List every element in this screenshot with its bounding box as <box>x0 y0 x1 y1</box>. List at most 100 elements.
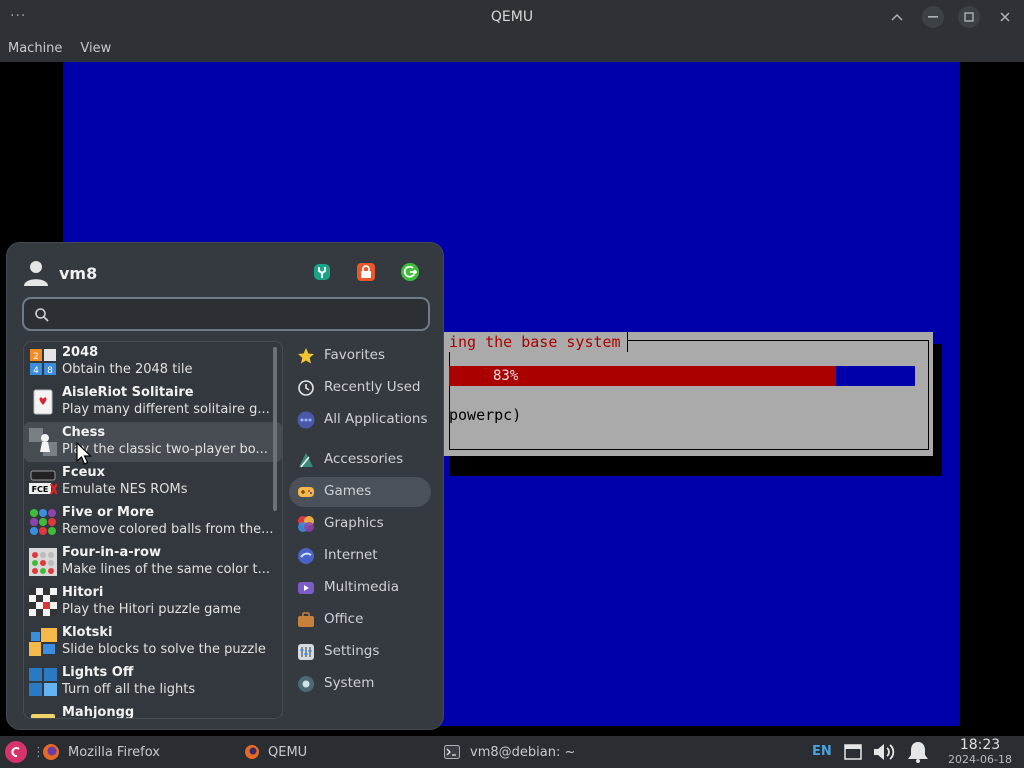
notes-icon[interactable] <box>844 744 862 760</box>
notification-bell-icon[interactable] <box>906 741 930 763</box>
list-item[interactable]: Four-in-a-row Make lines of the same col… <box>24 542 282 582</box>
lock-icon <box>357 263 375 281</box>
search-input[interactable] <box>58 303 418 325</box>
user-icon <box>24 261 48 286</box>
list-item[interactable]: Klotski Slide blocks to solve the puzzle <box>24 622 282 662</box>
minimize-button[interactable] <box>922 6 944 28</box>
app-name: Four-in-a-row <box>62 545 161 560</box>
app-name: Fceux <box>62 465 106 480</box>
progress-bar: 83% <box>449 366 915 386</box>
mouse-cursor-icon <box>76 442 92 465</box>
svg-text:8: 8 <box>47 366 53 376</box>
category-system[interactable]: System <box>289 669 431 699</box>
user-info: vm8 <box>23 259 97 287</box>
menu-machine[interactable]: Machine <box>8 41 62 56</box>
app-name: Lights Off <box>62 665 134 680</box>
application-menu: vm8 2 4 8 2048 Obtain the 2048 tile Aisl… <box>6 242 444 730</box>
app-description: Turn off all the lights <box>62 682 196 697</box>
list-item[interactable]: AisleRiot Solitaire Play many different … <box>24 382 282 422</box>
menubar: Machine View <box>0 34 1024 62</box>
log-out-button[interactable] <box>399 261 421 283</box>
task-firefox[interactable]: Mozilla Firefox <box>42 736 160 768</box>
list-item[interactable]: Chess Play the classic two-player bo... <box>24 422 282 462</box>
app-name: Hitori <box>62 585 104 600</box>
keyboard-layout-indicator[interactable]: EN <box>812 744 832 759</box>
app-description: Play many different solitaire g... <box>62 402 270 417</box>
window-titlebar[interactable]: ··· QEMU <box>0 0 1024 34</box>
maximize-button[interactable] <box>958 6 980 28</box>
list-item[interactable]: Hitori Play the Hitori puzzle game <box>24 582 282 622</box>
menu-view[interactable]: View <box>80 41 111 56</box>
list-item[interactable]: Five or More Remove colored balls from t… <box>24 502 282 542</box>
clock[interactable]: 18:23 2024-06-18 <box>938 737 1022 767</box>
app-list-scrollbar[interactable] <box>273 347 277 511</box>
office-icon <box>298 612 314 627</box>
category-all-applications[interactable]: All Applications <box>289 405 431 435</box>
dialog-detail: powerpc) <box>449 406 522 424</box>
graphics-icon <box>298 516 314 532</box>
cards-icon <box>33 389 53 415</box>
category-label: System <box>324 675 375 691</box>
category-label: Multimedia <box>324 579 400 595</box>
category-graphics[interactable]: Graphics <box>289 509 431 539</box>
app-description: Play the classic two-player bo... <box>62 442 268 457</box>
app-name: Mahjongg <box>62 705 135 719</box>
taskbar: ⋮ Mozilla Firefox QEMU vm8@debian: ~ EN … <box>0 736 1024 768</box>
list-item[interactable]: Mahjongg <box>24 702 282 719</box>
category-settings[interactable]: Settings <box>289 637 431 667</box>
firefox-icon <box>43 744 59 760</box>
category-games[interactable]: Games <box>289 477 431 507</box>
category-favorites[interactable]: Favorites <box>289 341 431 371</box>
app-description: Play the Hitori puzzle game <box>62 602 241 617</box>
category-internet[interactable]: Internet <box>289 541 431 571</box>
list-item[interactable]: 2 4 8 2048 Obtain the 2048 tile <box>24 342 282 382</box>
chevron-up-icon[interactable] <box>886 6 908 28</box>
clock-time: 18:23 <box>959 737 1001 753</box>
svg-text:FCE: FCE <box>32 485 49 494</box>
app-description: Make lines of the same color t... <box>62 562 271 577</box>
four-in-a-row-icon <box>29 548 57 576</box>
svg-text:2: 2 <box>33 352 39 362</box>
window-menu-icon[interactable]: ··· <box>10 8 26 24</box>
star-icon <box>298 348 314 364</box>
app-description: Emulate NES ROMs <box>62 482 188 497</box>
session-actions <box>311 261 421 283</box>
category-office[interactable]: Office <box>289 605 431 635</box>
qemu-icon <box>245 745 259 759</box>
search-icon <box>35 308 49 322</box>
installer-dialog: ing the base system 83% powerpc) <box>441 332 933 456</box>
klotski-icon <box>29 628 57 656</box>
app-list[interactable]: 2 4 8 2048 Obtain the 2048 tile AisleRio… <box>23 341 283 719</box>
list-item[interactable]: Lights Off Turn off all the lights <box>24 662 282 702</box>
volume-icon[interactable] <box>872 742 900 762</box>
category-accessories[interactable]: Accessories <box>289 445 431 475</box>
category-recently-used[interactable]: Recently Used <box>289 373 431 403</box>
wrench-icon <box>314 264 330 280</box>
username: vm8 <box>59 263 98 283</box>
list-item[interactable]: FCE Fceux Emulate NES ROMs <box>24 462 282 502</box>
task-label: vm8@debian: ~ <box>470 744 576 760</box>
category-label: Office <box>324 611 364 627</box>
window-title: QEMU <box>490 9 534 25</box>
task-qemu[interactable]: QEMU <box>244 736 307 768</box>
lights-off-icon <box>29 668 57 696</box>
accessories-icon <box>299 453 313 468</box>
search-box[interactable] <box>22 297 430 331</box>
close-button[interactable] <box>994 6 1016 28</box>
category-multimedia[interactable]: Multimedia <box>289 573 431 603</box>
dialog-title: ing the base system <box>441 332 628 352</box>
system-icon <box>298 676 314 692</box>
gamepad-icon <box>298 487 314 497</box>
2048-icon: 2 4 8 <box>30 349 56 376</box>
app-description: Obtain the 2048 tile <box>62 362 193 377</box>
clock-icon <box>298 380 314 396</box>
task-terminal[interactable]: vm8@debian: ~ <box>444 736 575 768</box>
whisker-menu-button[interactable]: ⋮ <box>4 736 45 768</box>
category-label: Graphics <box>324 515 384 531</box>
internet-icon <box>298 548 314 564</box>
lock-screen-button[interactable] <box>355 261 377 283</box>
settings-manager-button[interactable] <box>311 261 333 283</box>
category-label: Games <box>324 483 372 499</box>
terminal-icon <box>444 745 460 759</box>
multimedia-icon <box>298 582 314 594</box>
